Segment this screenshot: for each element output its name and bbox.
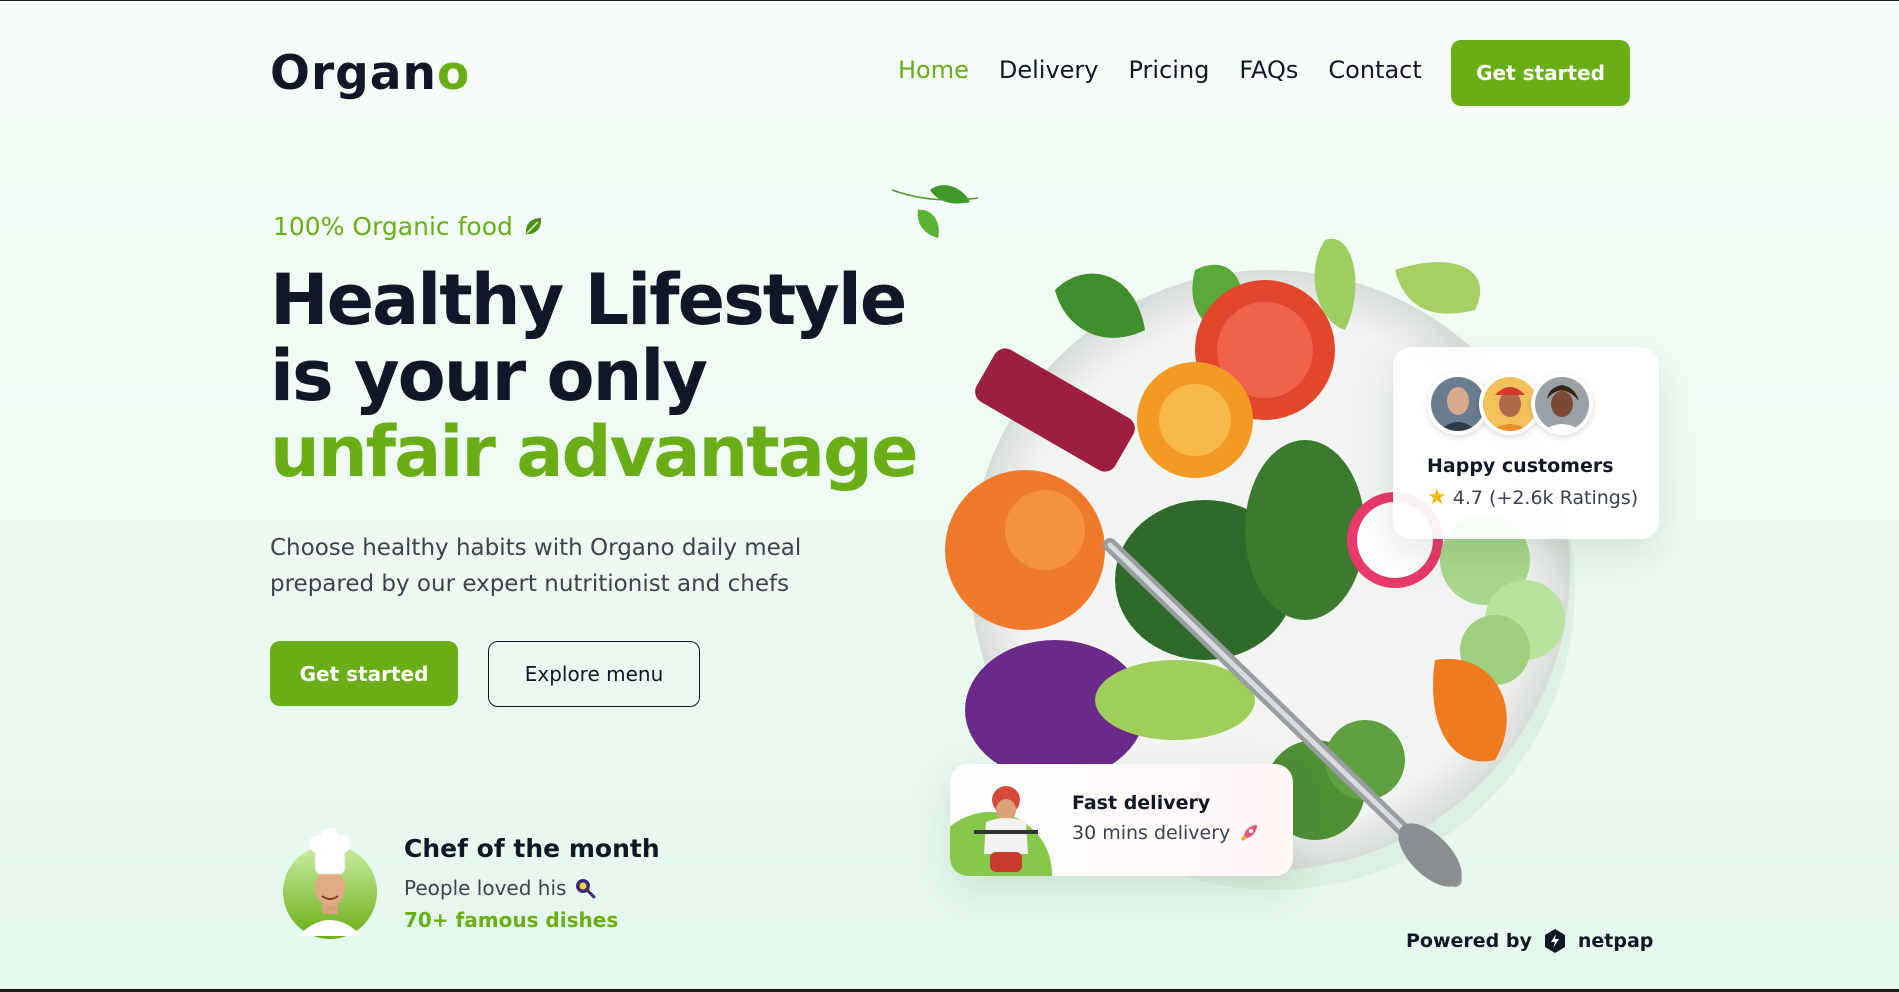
powered-by-label: Powered by	[1406, 930, 1532, 952]
fast-delivery-text: 30 mins delivery	[1072, 822, 1231, 844]
fast-delivery-card: Fast delivery 30 mins delivery	[950, 764, 1293, 876]
nav-delivery[interactable]: Delivery	[999, 56, 1099, 84]
nav-home[interactable]: Home	[898, 56, 969, 84]
organo-logo[interactable]: Organo	[270, 46, 470, 101]
powered-by[interactable]: Powered by netpap	[1406, 928, 1653, 954]
rating-text: 4.7 (+2.6k Ratings)	[1452, 486, 1639, 509]
netpap-logo-icon	[1544, 929, 1565, 953]
logo-text: Organ	[270, 46, 437, 101]
tagline: 100% Organic food	[273, 212, 545, 241]
nav-faqs[interactable]: FAQs	[1239, 56, 1298, 84]
main-nav: Home Delivery Pricing FAQs Contact	[898, 56, 1452, 84]
explore-menu-button[interactable]: Explore menu	[488, 641, 700, 707]
headline-line-3: unfair advantage	[270, 411, 919, 493]
nav-pricing[interactable]: Pricing	[1129, 56, 1210, 84]
chef-dishes: 70+ famous dishes	[404, 908, 619, 932]
headline-line-2: is your only	[270, 335, 708, 417]
netpap-brand: netpap	[1577, 930, 1654, 952]
frying-pan-icon	[576, 879, 596, 899]
window-top-border	[0, 0, 1899, 1]
happy-customers-title: Happy customers	[1427, 455, 1614, 477]
customer-avatar-3	[1531, 373, 1593, 435]
hero-headline: Healthy Lifestyle is your only unfair ad…	[270, 259, 919, 493]
fast-delivery-title: Fast delivery	[1072, 792, 1211, 814]
chef-subtitle-text: People loved his	[404, 876, 567, 900]
hero-get-started-button[interactable]: Get started	[270, 641, 458, 706]
hero-description: Choose healthy habits with Organo daily …	[270, 535, 802, 597]
happy-customers-card: Happy customers ★ 4.7 (+2.6k Ratings)	[1393, 347, 1659, 539]
chef-subtitle: People loved his	[404, 876, 596, 900]
leaf-icon	[525, 217, 541, 234]
customer-avatars	[1427, 373, 1593, 435]
fast-delivery-subtitle: 30 mins delivery	[1072, 822, 1260, 844]
chef-avatar	[283, 828, 377, 939]
delivery-rider-image	[950, 786, 1052, 876]
nav-get-started-button[interactable]: Get started	[1451, 40, 1630, 106]
rocket-icon	[1241, 825, 1258, 841]
headline-line-1: Healthy Lifestyle	[270, 259, 907, 341]
chef-title: Chef of the month	[404, 834, 660, 863]
tagline-text: 100% Organic food	[273, 212, 513, 241]
star-icon: ★	[1427, 485, 1447, 510]
nav-contact[interactable]: Contact	[1328, 56, 1421, 84]
rating: ★ 4.7 (+2.6k Ratings)	[1427, 485, 1638, 510]
logo-accent: o	[436, 46, 471, 101]
